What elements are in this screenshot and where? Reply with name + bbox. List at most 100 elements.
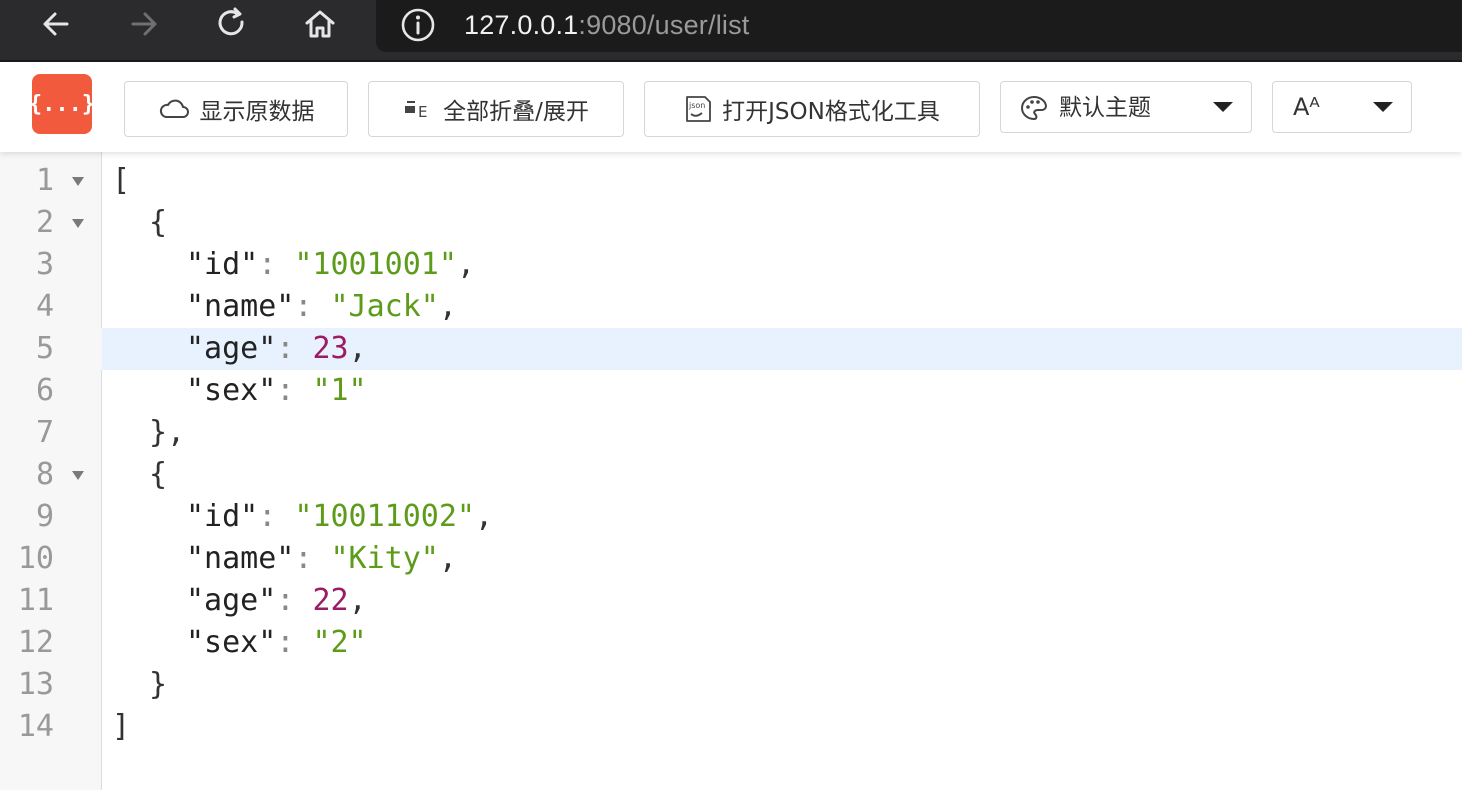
code-content: [ <box>112 160 130 202</box>
collapse-expand-button[interactable]: E 全部折叠/展开 <box>368 81 624 137</box>
code-content: "sex": "2" <box>186 622 367 664</box>
url-text[interactable]: 127.0.0.1:9080/user/list <box>464 5 750 45</box>
line-number: 12 <box>17 625 54 660</box>
object-close-brace: }, <box>149 415 186 450</box>
font-size-icon: Aᴬ <box>1293 93 1320 121</box>
object-open-brace: { <box>149 205 168 240</box>
browser-toolbar: 127.0.0.1:9080/user/list <box>0 0 1462 62</box>
back-button[interactable] <box>36 4 76 44</box>
code-line: 12 "sex": "2" <box>0 622 1462 664</box>
line-number-cell: 10 <box>0 538 102 580</box>
comma: , <box>348 583 367 618</box>
collapse-icon: E <box>405 101 428 120</box>
code-line: 5 "age": 23, <box>0 328 1462 370</box>
line-number: 1 <box>35 163 54 198</box>
open-formatter-button[interactable]: json 打开JSON格式化工具 <box>644 81 980 137</box>
code-line: 6 "sex": "1" <box>0 370 1462 412</box>
svg-text:E: E <box>418 103 427 120</box>
line-number-cell: 2 <box>0 202 102 244</box>
code-line: 4 "name": "Jack", <box>0 286 1462 328</box>
reload-button[interactable] <box>212 4 252 44</box>
code-line: 10 "name": "Kity", <box>0 538 1462 580</box>
json-viewer-toolbar: {...} 显示原数据 E 全部折叠/展开 json 打开JSON格式化工具 默… <box>0 62 1462 152</box>
json-key: "id" <box>186 499 259 534</box>
colon: : <box>258 247 295 282</box>
info-icon[interactable] <box>400 7 436 43</box>
code-line: 14] <box>0 706 1462 748</box>
code-content: "id": "1001001", <box>186 244 475 286</box>
object-open-brace: { <box>149 457 168 492</box>
code-line: 13} <box>0 664 1462 706</box>
code-content: { <box>149 454 167 496</box>
code-content: { <box>149 202 167 244</box>
code-line: 1[ <box>0 160 1462 202</box>
reload-icon <box>218 7 244 36</box>
theme-select[interactable]: 默认主题 <box>1000 81 1252 133</box>
json-viewer: 1[2{3 "id": "1001001", 4 "name": "Jack", 5 "a… <box>0 152 1462 790</box>
arrow-right-icon <box>131 12 157 36</box>
line-number-cell: 9 <box>0 496 102 538</box>
forward-button[interactable] <box>124 4 164 44</box>
code-line: 7}, <box>0 412 1462 454</box>
line-number: 5 <box>35 331 54 366</box>
json-number-value: 22 <box>312 583 349 618</box>
code-line: 2{ <box>0 202 1462 244</box>
show-raw-button[interactable]: 显示原数据 <box>124 81 348 137</box>
json-key: "name" <box>186 289 295 324</box>
home-button[interactable] <box>300 4 340 44</box>
url-host: 127.0.0.1 <box>464 10 579 40</box>
json-string-value: "2" <box>312 625 367 660</box>
json-key: "sex" <box>186 373 277 408</box>
line-number: 9 <box>35 499 54 534</box>
json-number-value: 23 <box>312 331 349 366</box>
font-size-select[interactable]: Aᴬ <box>1272 81 1412 133</box>
colon: : <box>276 331 313 366</box>
colon: : <box>294 289 331 324</box>
code-content: "sex": "1" <box>186 370 367 412</box>
fold-toggle-icon[interactable] <box>72 219 84 228</box>
colon: : <box>276 625 313 660</box>
line-number-cell: 5 <box>0 328 102 370</box>
json-key: "age" <box>186 331 277 366</box>
line-number-cell: 4 <box>0 286 102 328</box>
comma: , <box>438 289 457 324</box>
code-content: "id": "10011002", <box>186 496 493 538</box>
line-number: 13 <box>17 667 54 702</box>
comma: , <box>456 247 475 282</box>
comma: , <box>475 499 494 534</box>
fold-toggle-icon[interactable] <box>72 177 84 186</box>
line-number-cell: 1 <box>0 160 102 202</box>
line-number: 10 <box>17 541 54 576</box>
collapse-expand-label: 全部折叠/展开 <box>443 99 589 125</box>
json-string-value: "1" <box>312 373 367 408</box>
address-bar[interactable]: 127.0.0.1:9080/user/list <box>376 0 1462 52</box>
fold-toggle-icon[interactable] <box>72 471 84 480</box>
code-content: "age": 22, <box>186 580 367 622</box>
line-number-cell: 11 <box>0 580 102 622</box>
chevron-down-icon <box>1213 102 1233 112</box>
array-open-bracket: [ <box>112 163 131 198</box>
line-number-cell: 12 <box>0 622 102 664</box>
array-close-bracket: ] <box>112 709 131 744</box>
line-number-cell: 13 <box>0 664 102 706</box>
show-raw-label: 显示原数据 <box>199 99 315 125</box>
cloud-icon <box>159 99 189 118</box>
json-string-value: "10011002" <box>294 499 475 534</box>
code-content: } <box>149 664 167 706</box>
code-line: 3 "id": "1001001", <box>0 244 1462 286</box>
json-key: "age" <box>186 583 277 618</box>
url-path: :9080/user/list <box>578 10 750 40</box>
palette-icon <box>1021 95 1047 120</box>
theme-label: 默认主题 <box>1059 95 1151 121</box>
line-number: 6 <box>35 373 54 408</box>
line-number-cell: 6 <box>0 370 102 412</box>
colon: : <box>258 499 295 534</box>
arrow-left-icon <box>43 12 69 36</box>
code-content: "name": "Jack", <box>186 286 457 328</box>
code-line: 9 "id": "10011002", <box>0 496 1462 538</box>
code-content: ] <box>112 706 130 748</box>
code-line: 8{ <box>0 454 1462 496</box>
json-key: "sex" <box>186 625 277 660</box>
code-content: "name": "Kity", <box>186 538 457 580</box>
chevron-down-icon <box>1373 102 1393 112</box>
